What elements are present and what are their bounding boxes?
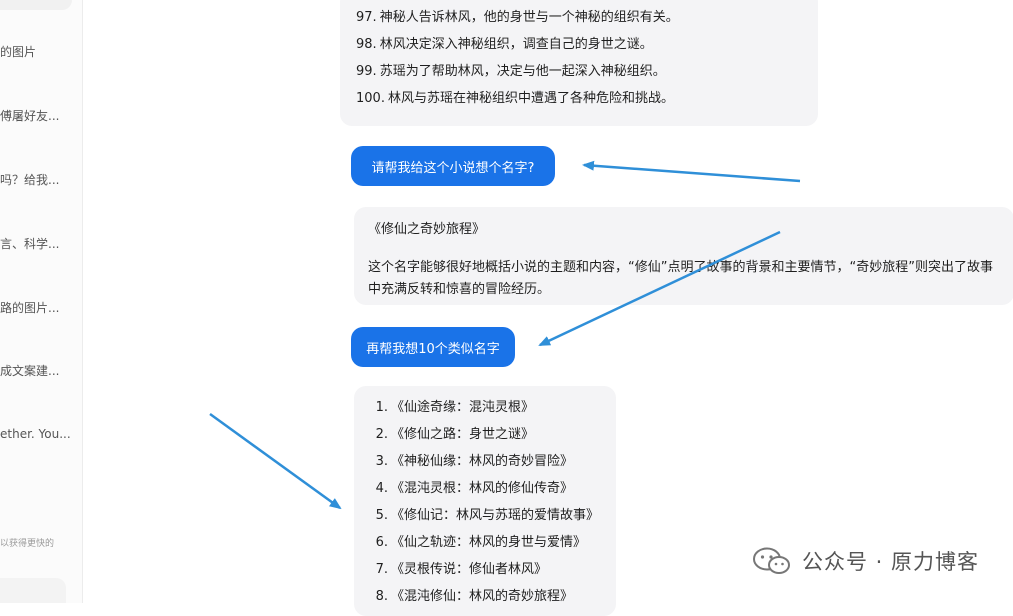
arrow-to-names <box>209 412 342 510</box>
list-item: 3. 《神秘仙缘：林风的奇妙冒险》 <box>370 448 599 475</box>
item-text: 神秘人告诉林风，他的身世与一个神秘的组织有关。 <box>379 10 679 25</box>
item-number: 4. <box>375 481 388 496</box>
item-text: 《神秘仙缘：林风的奇妙冒险》 <box>391 454 574 469</box>
item-number: 1. <box>375 400 388 415</box>
name-suggestions-list: 1. 《仙途奇缘：混沌灵根》 2. 《修仙之路：身世之谜》 3. 《神秘仙缘：林风的奇… <box>370 394 599 610</box>
sidebar-item[interactable]: ether. You... <box>0 427 80 441</box>
assistant-message: 97. 神秘人告诉林风，他的身世与一个神秘的组织有关。 98. 林风决定深入神秘组织… <box>340 0 818 126</box>
list-item: 8. 《混沌修仙：林风的奇妙旅程》 <box>370 583 599 610</box>
sidebar: 的图片 傅屠好友... 吗？给我... 言、科学... 路的图片... 成文案建… <box>0 0 83 603</box>
watermark: 公众号 · 原力博客 <box>752 546 979 576</box>
list-item: 97. 神秘人告诉林风，他的身世与一个神秘的组织有关。 <box>356 4 679 31</box>
item-number: 5. <box>375 508 388 523</box>
sidebar-item[interactable]: 成文案建... <box>0 362 80 379</box>
title-explanation: 这个名字能够很好地概括小说的主题和内容，“修仙”点明了故事的背景和主要情节，“奇… <box>368 260 993 297</box>
list-item: 6. 《仙之轨迹：林风的身世与爱情》 <box>370 529 599 556</box>
sidebar-footer-note: 以获得更快的 <box>0 539 55 549</box>
item-text: 林风决定深入神秘组织，调查自己的身世之谜。 <box>379 37 653 52</box>
item-text: 《仙之轨迹：林风的身世与爱情》 <box>391 535 587 550</box>
list-item: 100. 林风与苏瑶在神秘组织中遭遇了各种危险和挑战。 <box>356 85 679 112</box>
item-number: 100. <box>356 91 385 106</box>
suggested-title: 《修仙之奇妙旅程》 <box>368 222 486 237</box>
watermark-text: 公众号 · 原力博客 <box>801 550 979 574</box>
item-text: 《修仙记：林风与苏瑶的爱情故事》 <box>391 508 600 523</box>
list-item: 1. 《仙途奇缘：混沌灵根》 <box>370 394 599 421</box>
list-item: 4. 《混沌灵根：林风的修仙传奇》 <box>370 475 599 502</box>
item-number: 98. <box>356 37 377 52</box>
assistant-message: 《修仙之奇妙旅程》 这个名字能够很好地概括小说的主题和内容，“修仙”点明了故事的… <box>354 207 1013 305</box>
item-number: 97. <box>356 10 377 25</box>
item-text: 《混沌灵根：林风的修仙传奇》 <box>391 481 574 496</box>
item-number: 99. <box>356 64 377 79</box>
list-item: 99. 苏瑶为了帮助林风，决定与他一起深入神秘组织。 <box>356 58 679 85</box>
item-text: 《修仙之路：身世之谜》 <box>391 427 535 442</box>
user-message: 再帮我想10个类似名字 <box>351 327 515 367</box>
assistant-message: 1. 《仙途奇缘：混沌灵根》 2. 《修仙之路：身世之谜》 3. 《神秘仙缘：林风的奇… <box>354 386 616 616</box>
arrow-to-question <box>582 160 801 183</box>
item-number: 3. <box>375 454 388 469</box>
item-text: 《灵根传说：修仙者林风》 <box>391 562 548 577</box>
list-item: 2. 《修仙之路：身世之谜》 <box>370 421 599 448</box>
list-item: 5. 《修仙记：林风与苏瑶的爱情故事》 <box>370 502 599 529</box>
sidebar-item[interactable]: 言、科学... <box>0 235 80 252</box>
item-text: 《仙途奇缘：混沌灵根》 <box>391 400 535 415</box>
story-outline-list: 97. 神秘人告诉林风，他的身世与一个神秘的组织有关。 98. 林风决定深入神秘组织… <box>356 4 679 112</box>
item-text: 苏瑶为了帮助林风，决定与他一起深入神秘组织。 <box>379 64 666 79</box>
wechat-icon <box>752 547 790 574</box>
item-text: 《混沌修仙：林风的奇妙旅程》 <box>391 589 574 604</box>
item-number: 2. <box>375 427 388 442</box>
item-number: 6. <box>375 535 388 550</box>
item-number: 8. <box>375 589 388 604</box>
item-number: 7. <box>375 562 388 577</box>
list-item: 7. 《灵根传说：修仙者林风》 <box>370 556 599 583</box>
sidebar-item[interactable]: 路的图片... <box>0 299 80 316</box>
sidebar-item[interactable]: 吗？给我... <box>0 171 80 188</box>
sidebar-item[interactable]: 傅屠好友... <box>0 107 80 124</box>
list-item: 98. 林风决定深入神秘组织，调查自己的身世之谜。 <box>356 31 679 58</box>
item-text: 林风与苏瑶在神秘组织中遭遇了各种危险和挑战。 <box>387 91 674 106</box>
user-message: 请帮我给这个小说想个名字? <box>351 146 555 186</box>
sidebar-bottom-button[interactable] <box>0 578 66 603</box>
sidebar-item[interactable]: 的图片 <box>0 43 80 60</box>
sidebar-top-item[interactable] <box>0 0 72 10</box>
